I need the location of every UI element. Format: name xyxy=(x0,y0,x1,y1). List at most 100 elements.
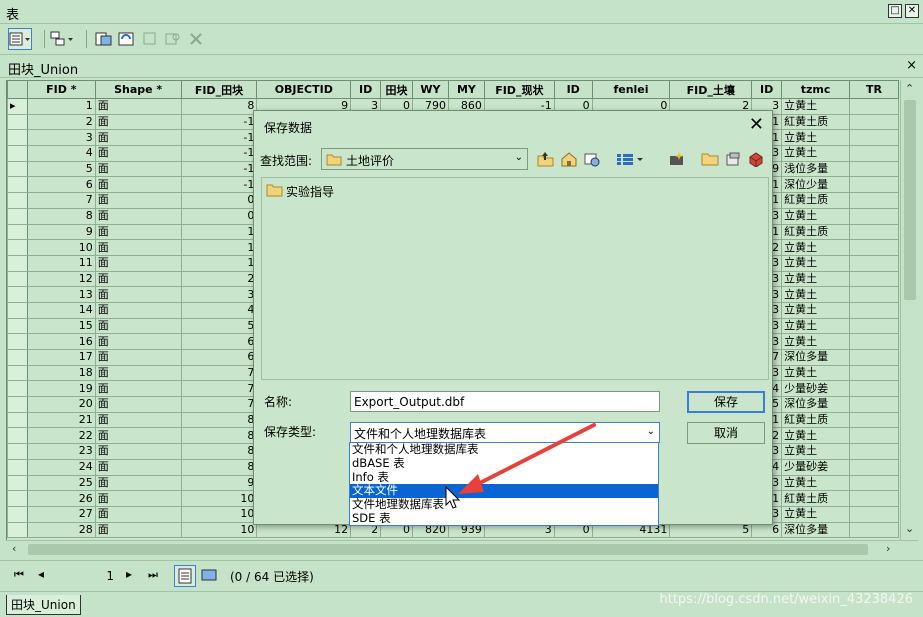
view-menu-button[interactable] xyxy=(615,149,645,169)
table-cell[interactable]: 8 xyxy=(26,207,96,225)
table-cell[interactable]: 面 xyxy=(94,364,182,382)
table-cell[interactable] xyxy=(849,411,899,429)
row-selector[interactable] xyxy=(7,521,28,539)
table-cell[interactable]: 15 xyxy=(26,317,96,335)
table-cell[interactable]: 立黄土 xyxy=(781,333,851,350)
table-cell[interactable]: 面 xyxy=(94,443,182,460)
table-cell[interactable]: 26 xyxy=(26,490,96,507)
table-cell[interactable]: 深位多量 xyxy=(781,396,851,413)
table-cell[interactable]: 10 xyxy=(180,490,258,507)
table-cell[interactable] xyxy=(849,239,899,256)
table-cell[interactable]: 17 xyxy=(26,349,96,366)
table-cell[interactable]: 6 xyxy=(180,333,258,350)
table-cell[interactable] xyxy=(849,458,899,476)
table-cell[interactable]: 3 xyxy=(180,286,258,303)
table-cell[interactable]: 面 xyxy=(94,270,182,288)
option-info-table[interactable]: Info 表 xyxy=(350,470,658,485)
look-in-dropdown[interactable]: 土地评价 ⌄ xyxy=(321,148,528,170)
table-cell[interactable]: 面 xyxy=(94,333,182,350)
table-cell[interactable]: 面 xyxy=(94,521,182,539)
table-cell[interactable]: 9 xyxy=(26,223,96,241)
table-cell[interactable]: 紅黄土质 xyxy=(781,192,851,209)
table-cell[interactable]: 浅位多量 xyxy=(781,160,851,178)
table-cell[interactable]: 立黄土 xyxy=(781,443,851,460)
dialog-close-icon[interactable]: ✕ xyxy=(749,116,764,134)
table-cell[interactable]: -1 xyxy=(180,160,258,178)
table-cell[interactable] xyxy=(849,521,899,539)
table-cell[interactable]: 18 xyxy=(26,364,96,382)
scroll-left-icon[interactable]: ‹ xyxy=(12,542,16,555)
table-cell[interactable]: 2 xyxy=(26,113,96,131)
row-selector[interactable] xyxy=(7,145,28,162)
table-cell[interactable]: 深位少量 xyxy=(781,176,851,194)
column-header[interactable]: ID xyxy=(553,80,593,99)
table-cell[interactable]: 8 xyxy=(180,98,258,115)
zoom-selected-button[interactable] xyxy=(161,28,185,50)
scroll-down-icon[interactable]: ⌄ xyxy=(905,522,914,535)
option-text-file[interactable]: 文本文件 xyxy=(350,484,658,499)
table-cell[interactable]: 2 xyxy=(180,270,258,288)
table-cell[interactable]: 面 xyxy=(94,223,182,241)
table-cell[interactable]: 深位多量 xyxy=(781,349,851,366)
table-cell[interactable] xyxy=(849,98,899,115)
table-cell[interactable]: 16 xyxy=(26,333,96,350)
table-cell[interactable]: 立黄土 xyxy=(781,270,851,288)
database-button[interactable] xyxy=(723,149,743,169)
table-cell[interactable]: 面 xyxy=(94,98,182,115)
show-selected-records-button[interactable] xyxy=(200,566,220,586)
table-cell[interactable] xyxy=(849,333,899,350)
table-cell[interactable]: 5 xyxy=(26,160,96,178)
column-header[interactable]: FID_土壤 xyxy=(669,80,753,99)
table-cell[interactable]: -1 xyxy=(180,113,258,131)
row-selector[interactable] xyxy=(7,286,28,303)
first-record-icon[interactable]: ⏮ xyxy=(14,568,24,582)
table-cell[interactable]: 面 xyxy=(94,207,182,225)
table-cell[interactable] xyxy=(849,427,899,445)
table-cell[interactable] xyxy=(849,301,899,319)
column-header[interactable]: fenlei xyxy=(591,80,671,99)
save-button[interactable]: 保存 xyxy=(687,391,765,413)
option-dbase-table[interactable]: dBASE 表 xyxy=(350,456,658,471)
scroll-up-icon[interactable]: ⌃ xyxy=(905,82,914,95)
related-tables-button[interactable] xyxy=(50,28,74,50)
column-header[interactable]: MY xyxy=(447,80,485,99)
column-header[interactable]: FID_田块 xyxy=(180,80,258,99)
table-cell[interactable]: 13 xyxy=(26,286,96,303)
table-cell[interactable]: 立黄土 xyxy=(781,239,851,256)
table-cell[interactable]: 面 xyxy=(94,505,182,523)
table-cell[interactable]: 8 xyxy=(180,443,258,460)
column-header[interactable]: 田块 xyxy=(380,80,414,99)
file-list-item[interactable]: 实验指导 xyxy=(266,183,334,200)
table-cell[interactable] xyxy=(849,286,899,303)
cancel-button[interactable]: 取消 xyxy=(687,422,765,444)
row-selector[interactable] xyxy=(7,176,28,194)
table-cell[interactable]: 面 xyxy=(94,380,182,398)
column-header[interactable]: FID_现状 xyxy=(483,80,555,99)
table-cell[interactable]: 少量砂姜 xyxy=(781,380,851,398)
previous-record-icon[interactable]: ◂ xyxy=(38,567,44,581)
table-cell[interactable] xyxy=(849,176,899,194)
table-cell[interactable]: 22 xyxy=(26,427,96,445)
table-cell[interactable] xyxy=(849,192,899,209)
table-cell[interactable] xyxy=(849,270,899,288)
row-selector[interactable] xyxy=(7,239,28,256)
option-file-personal-gdb-table[interactable]: 文件和个人地理数据库表 xyxy=(350,442,658,457)
table-cell[interactable]: 面 xyxy=(94,301,182,319)
horizontal-scroll-thumb[interactable] xyxy=(28,544,868,555)
table-cell[interactable]: 立黄土 xyxy=(781,427,851,445)
row-selector[interactable] xyxy=(7,270,28,288)
table-cell[interactable]: 面 xyxy=(94,427,182,445)
table-cell[interactable]: 4 xyxy=(180,301,258,319)
table-cell[interactable]: 14 xyxy=(26,301,96,319)
vertical-scrollbar[interactable]: ⌃ ⌄ xyxy=(900,80,918,540)
row-selector[interactable] xyxy=(7,223,28,241)
geodatabase-button[interactable] xyxy=(746,149,766,169)
table-cell[interactable]: 28 xyxy=(26,521,96,539)
show-all-records-button[interactable] xyxy=(174,565,196,587)
row-selector[interactable] xyxy=(7,349,28,366)
next-record-icon[interactable]: ▸ xyxy=(126,567,132,581)
table-cell[interactable]: 4 xyxy=(26,145,96,162)
table-cell[interactable]: -1 xyxy=(180,145,258,162)
save-type-options[interactable]: 文件和个人地理数据库表 dBASE 表 Info 表 文本文件 文件地理数据库表… xyxy=(349,442,659,526)
vertical-scroll-thumb[interactable] xyxy=(904,100,916,300)
